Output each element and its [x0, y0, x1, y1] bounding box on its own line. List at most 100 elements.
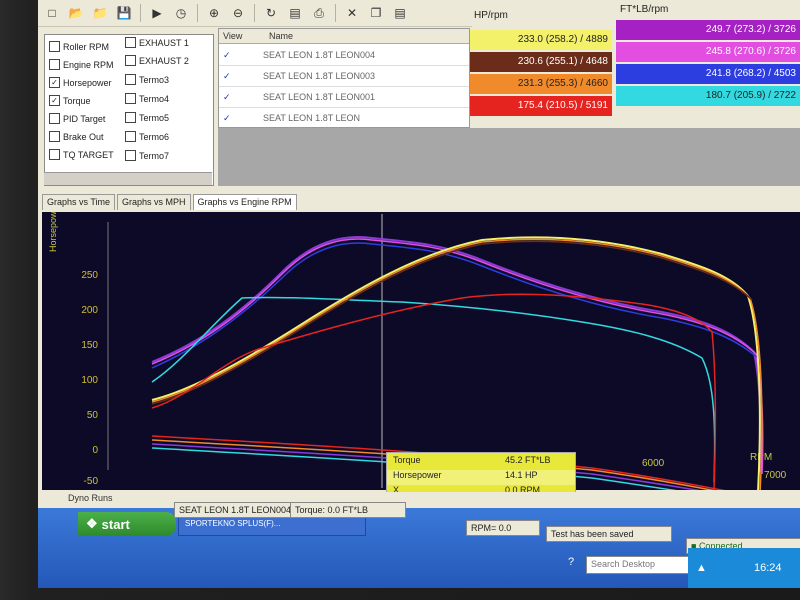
zoom-in-icon[interactable]: ⊕	[204, 3, 224, 23]
copy-icon[interactable]: ❐	[366, 3, 386, 23]
print-preview-icon[interactable]: ▤	[285, 3, 305, 23]
x-tick-label: 6000	[642, 458, 665, 469]
torque-readout-field: Torque: 0.0 FT*LB	[290, 502, 406, 518]
run-name: SEAT LEON 1.8T LEON004	[263, 50, 376, 60]
checkbox-label: PID Target	[63, 113, 106, 124]
checkbox-label: Termo4	[139, 93, 170, 104]
checkbox-termo6[interactable]: Termo6	[125, 131, 169, 142]
clock[interactable]: 16:24	[754, 562, 782, 574]
y-tick-label: 0	[92, 445, 98, 456]
hp-curve-leon004	[151, 236, 762, 473]
y-tick-label: 100	[81, 375, 98, 386]
toolbar-separator	[197, 4, 198, 22]
hp-value-cell: 231.3 (255.3) / 4660	[470, 74, 612, 94]
table-row[interactable]: ✓ SEAT LEON 1.8T LEON003	[219, 66, 469, 87]
table-row[interactable]: ✓ SEAT LEON 1.8T LEON	[219, 108, 469, 129]
checkbox-box[interactable]	[49, 113, 60, 124]
empty-panel-area	[218, 128, 800, 186]
play-icon[interactable]: ▶	[147, 3, 167, 23]
y-tick-label: 200	[81, 305, 98, 316]
checkbox-label: Brake Out	[63, 131, 104, 142]
new-file-icon[interactable]: □	[42, 3, 62, 23]
checkbox-box[interactable]	[125, 112, 136, 123]
readout-label: Horsepower	[393, 470, 442, 480]
open-icon[interactable]: 📁	[90, 3, 110, 23]
checkbox-roller-rpm[interactable]: Roller RPM	[49, 41, 109, 52]
checkbox-box-checked[interactable]: ✓	[49, 95, 60, 106]
checkbox-engine-rpm[interactable]: Engine RPM	[49, 59, 114, 70]
checkbox-termo5[interactable]: Termo5	[125, 112, 169, 123]
save-icon[interactable]: 💾	[114, 3, 134, 23]
view-check-icon[interactable]: ✓	[219, 50, 263, 61]
help-icon[interactable]: ?	[568, 556, 574, 568]
dyno-graph[interactable]: Horsepower 250 200 150 100 50 0 -50 6000…	[42, 203, 800, 505]
checkbox-box[interactable]	[125, 74, 136, 85]
status-bar: Dyno Runs	[38, 492, 800, 506]
checkbox-box[interactable]	[49, 131, 60, 142]
y-tick-label: -50	[84, 476, 99, 487]
view-check-icon[interactable]: ✓	[219, 92, 263, 103]
checkbox-box[interactable]	[49, 41, 60, 52]
checkbox-box-checked[interactable]: ✓	[49, 77, 60, 88]
checkbox-exhaust-2[interactable]: EXHAUST 2	[125, 55, 189, 66]
checkbox-brake-out[interactable]: Brake Out	[49, 131, 104, 142]
rpm-readout-field: RPM= 0.0	[466, 520, 540, 536]
checkbox-box[interactable]	[49, 59, 60, 70]
zoom-out-icon[interactable]: ⊖	[228, 3, 248, 23]
tab-graphs-vs-engine-rpm[interactable]: Graphs vs Engine RPM	[192, 194, 297, 210]
checkbox-panel-scrollbar[interactable]	[44, 172, 212, 185]
start-label: start	[101, 516, 130, 532]
header-hp-rpm[interactable]: HP/rpm	[470, 6, 614, 26]
ft-value-cell: 249.7 (273.2) / 3726	[616, 20, 800, 40]
checkbox-termo7[interactable]: Termo7	[125, 150, 169, 161]
windows-logo-icon: ❖	[86, 516, 98, 531]
checkbox-exhaust-1[interactable]: EXHAUST 1	[125, 37, 189, 48]
runs-table: View Name ✓ SEAT LEON 1.8T LEON004 ✓ SEA…	[218, 28, 470, 129]
checkbox-pid-target[interactable]: PID Target	[49, 113, 105, 124]
view-check-icon[interactable]: ✓	[219, 71, 263, 82]
checkbox-box[interactable]	[49, 149, 60, 160]
y-tick-label: 250	[81, 270, 98, 281]
run-name: SEAT LEON 1.8T LEON003	[263, 71, 376, 81]
channel-checkbox-panel: Roller RPM Engine RPM ✓ Horsepower ✓ Torqu…	[44, 34, 214, 186]
open-folder-icon[interactable]: 📂	[66, 3, 86, 23]
print-icon[interactable]: ⎙	[309, 3, 329, 23]
checkbox-box[interactable]	[125, 37, 136, 48]
run-name: SEAT LEON 1.8T LEON	[263, 113, 361, 123]
start-button[interactable]: ❖ start	[78, 512, 176, 536]
paste-icon[interactable]: ▤	[390, 3, 410, 23]
checkbox-horsepower[interactable]: ✓ Horsepower	[49, 77, 112, 88]
refresh-icon[interactable]: ↻	[261, 3, 281, 23]
readout-value: 14.1 HP	[505, 470, 538, 480]
header-ft-rpm[interactable]: FT*LB/rpm	[616, 0, 800, 20]
checkbox-label: Horsepower	[63, 77, 112, 88]
checkbox-label: EXHAUST 1	[139, 37, 189, 48]
header-name[interactable]: Name	[269, 31, 293, 41]
table-row[interactable]: ✓ SEAT LEON 1.8T LEON004	[219, 45, 469, 66]
checkbox-label: TQ TARGET	[63, 149, 114, 160]
run-name: SEAT LEON 1.8T LEON001	[263, 92, 376, 102]
graph-tabs: Graphs vs Time Graphs vs MPH Graphs vs E…	[42, 194, 297, 210]
checkbox-box[interactable]	[125, 131, 136, 142]
checkbox-box[interactable]	[125, 55, 136, 66]
x-tick-label: 7000	[764, 470, 787, 481]
cut-icon[interactable]: ✕	[342, 3, 362, 23]
checkbox-termo4[interactable]: Termo4	[125, 93, 169, 104]
graph-svg: Horsepower 250 200 150 100 50 0 -50 6000…	[48, 203, 787, 505]
tab-graphs-vs-mph[interactable]: Graphs vs MPH	[117, 194, 191, 210]
table-row[interactable]: ✓ SEAT LEON 1.8T LEON001	[219, 87, 469, 108]
checkbox-torque[interactable]: ✓ Torque	[49, 95, 91, 106]
checkbox-box[interactable]	[125, 93, 136, 104]
view-check-icon[interactable]: ✓	[219, 113, 263, 124]
network-icon[interactable]: ▲	[696, 562, 707, 574]
timer-icon[interactable]: ◷	[171, 3, 191, 23]
checkbox-termo3[interactable]: Termo3	[125, 74, 169, 85]
checkbox-tq-target[interactable]: TQ TARGET	[49, 149, 114, 160]
readout-label: Torque	[393, 455, 421, 465]
checkbox-label: EXHAUST 2	[139, 55, 189, 66]
tab-graphs-vs-time[interactable]: Graphs vs Time	[42, 194, 116, 210]
test-status-field: Test has been saved	[546, 526, 672, 542]
header-view[interactable]: View	[223, 31, 242, 41]
toolbar-separator	[335, 4, 336, 22]
checkbox-box[interactable]	[125, 150, 136, 161]
